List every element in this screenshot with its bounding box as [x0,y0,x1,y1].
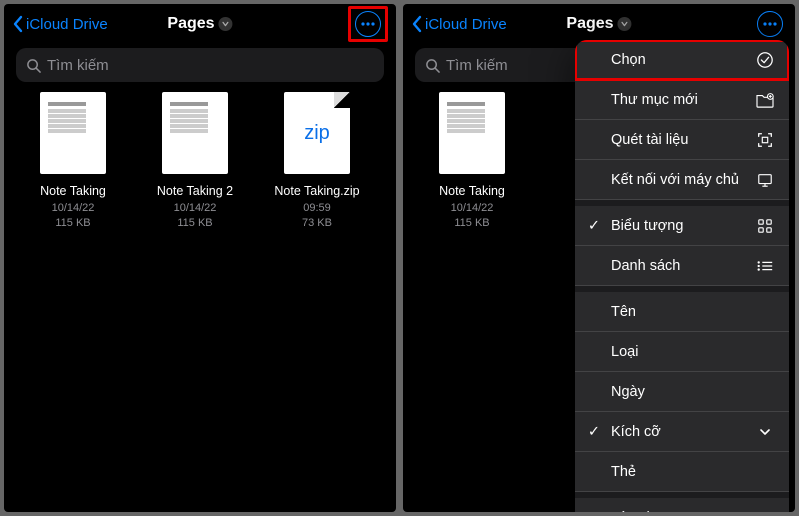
menu-item-label: Tùy chọn Xem [611,510,705,512]
document-icon [162,92,228,174]
menu-item-label: Quét tài liệu [611,132,688,148]
file-size: 115 KB [454,216,489,231]
ellipsis-icon [361,22,375,26]
file-date: 10/14/22 [451,201,494,216]
page-title-text: Pages [167,15,214,33]
menu-item[interactable]: ✓ Biểu tượng [575,206,789,246]
right-panel: iCloud Drive Pages Tìm kiếm Note Taking 1… [403,4,795,512]
menu-item-label: Kích cỡ [611,424,661,440]
page-title[interactable]: Pages [167,15,232,33]
menu-item-label: Biểu tượng [611,218,683,234]
scan-icon [755,131,775,149]
more-button-wrap [753,9,787,39]
file-date: 10/14/22 [52,201,95,216]
search-input[interactable]: Tìm kiếm [16,48,384,82]
ellipsis-icon [763,22,777,26]
file-name: Note Taking.zip [274,184,359,198]
page-title-text: Pages [566,15,613,33]
back-label: iCloud Drive [26,16,108,33]
search-icon [425,58,440,73]
file-name: Note Taking [40,184,106,198]
checkmark-icon: ✓ [587,218,601,234]
file-size: 73 KB [302,216,332,231]
page-title[interactable]: Pages [566,15,631,33]
navbar: iCloud Drive Pages [4,4,396,44]
file-date: 09:59 [303,201,331,216]
file-size: 115 KB [55,216,90,231]
menu-item-label: Danh sách [611,258,680,274]
file-name: Note Taking [439,184,505,198]
menu-item[interactable]: Tên [575,292,789,332]
more-button[interactable] [757,11,783,37]
file-size: 115 KB [177,216,212,231]
file-grid: Note Taking10/14/22115 KBNote Taking 210… [4,92,396,231]
menu-item[interactable]: Tùy chọn Xem [575,498,789,512]
select-circle-icon [755,51,775,69]
file-item[interactable]: Note Taking 10/14/22115 KB [413,92,531,231]
context-menu: Chọn Thư mục mới Quét tài liệu Kết nối với … [575,40,789,512]
menu-item[interactable]: Thư mục mới [575,80,789,120]
grid-icon [755,218,775,234]
more-button[interactable] [355,11,381,37]
file-item[interactable]: zip Note Taking.zip 09:5973 KB [258,92,376,231]
server-icon [755,172,775,188]
chevron-down-icon [755,427,775,437]
menu-item-label: Chọn [611,52,646,68]
menu-item-label: Loại [611,344,638,360]
menu-item[interactable]: Quét tài liệu [575,120,789,160]
menu-item[interactable]: Kết nối với máy chủ [575,160,789,200]
file-item[interactable]: Note Taking 10/14/22115 KB [14,92,132,231]
menu-item-label: Thư mục mới [611,92,698,108]
menu-item[interactable]: Loại [575,332,789,372]
back-button[interactable]: iCloud Drive [411,15,507,33]
search-placeholder: Tìm kiếm [47,57,109,74]
menu-item[interactable]: Chọn [575,40,789,80]
menu-item[interactable]: Thẻ [575,452,789,492]
chevron-down-icon [618,17,632,31]
document-icon [439,92,505,174]
checkmark-icon: ✓ [587,424,601,440]
chevron-down-icon [219,17,233,31]
menu-item-label: Thẻ [611,464,636,480]
list-icon [755,259,775,273]
menu-item-label: Tên [611,304,636,320]
chevron-left-icon [411,15,423,33]
back-button[interactable]: iCloud Drive [12,15,108,33]
left-panel: iCloud Drive Pages Tìm kiếm Note Taking 1… [4,4,396,512]
more-button-highlight [348,6,388,42]
menu-item-label: Ngày [611,384,645,400]
back-label: iCloud Drive [425,16,507,33]
menu-item-label: Kết nối với máy chủ [611,172,739,188]
new-folder-icon [755,92,775,108]
menu-item[interactable]: ✓ Kích cỡ [575,412,789,452]
chevron-left-icon [12,15,24,33]
file-name: Note Taking 2 [157,184,233,198]
file-item[interactable]: Note Taking 2 10/14/22115 KB [136,92,254,231]
menu-item[interactable]: Danh sách [575,246,789,286]
zip-file-icon: zip [284,92,350,174]
menu-item[interactable]: Ngày [575,372,789,412]
file-date: 10/14/22 [174,201,217,216]
search-icon [26,58,41,73]
navbar: iCloud Drive Pages [403,4,795,44]
document-icon [40,92,106,174]
search-placeholder: Tìm kiếm [446,57,508,74]
